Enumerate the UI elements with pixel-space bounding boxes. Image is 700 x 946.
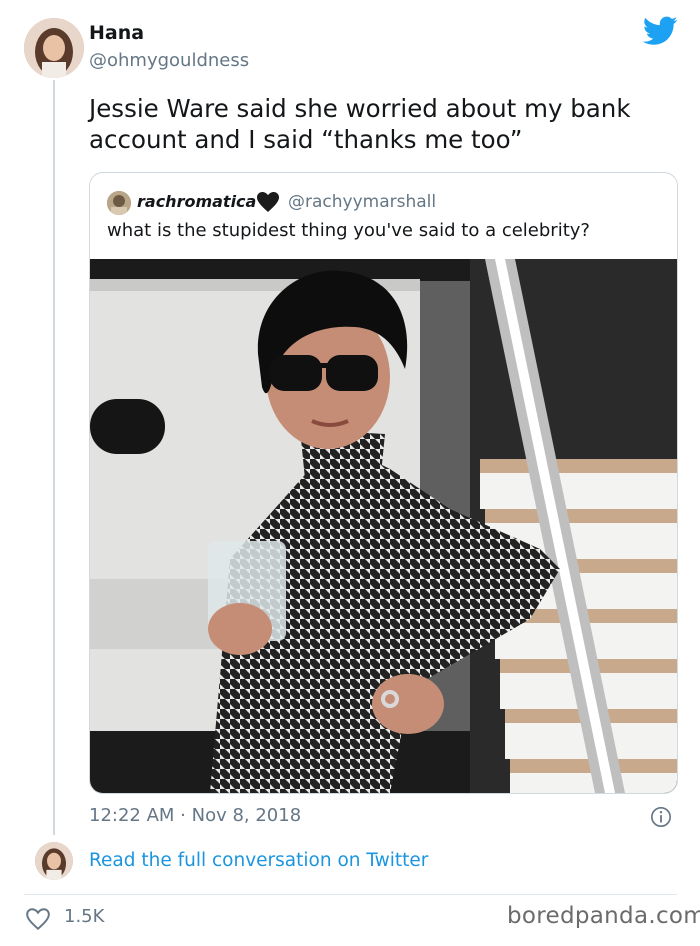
quoted-photo[interactable] xyxy=(90,259,677,793)
quote-author-handle[interactable]: @rachyymarshall xyxy=(288,192,436,212)
author-display-name[interactable]: Hana xyxy=(89,22,144,44)
author-avatar-small[interactable] xyxy=(35,842,73,880)
black-heart-icon xyxy=(257,192,279,212)
author-avatar[interactable] xyxy=(24,18,84,78)
like-count: 1.5K xyxy=(64,906,105,927)
watermark: boredpanda.com xyxy=(507,903,700,929)
quote-author-avatar[interactable] xyxy=(107,191,131,215)
quote-author-name[interactable]: rachromatica xyxy=(137,192,256,211)
heart-outline-icon[interactable] xyxy=(25,907,51,931)
quote-text: what is the stupidest thing you've said … xyxy=(107,220,590,241)
quoted-tweet-card[interactable]: rachromatica @rachyymarshall what is the… xyxy=(89,172,678,794)
info-icon[interactable] xyxy=(650,806,672,828)
read-conversation-link[interactable]: Read the full conversation on Twitter xyxy=(89,850,428,871)
tweet-timestamp[interactable]: 12:22 AM · Nov 8, 2018 xyxy=(89,805,301,826)
author-handle[interactable]: @ohmygouldness xyxy=(89,50,249,71)
divider xyxy=(24,894,677,895)
twitter-bird-icon[interactable] xyxy=(643,16,678,46)
tweet-text: Jessie Ware said she worried about my ba… xyxy=(89,94,631,154)
thread-line xyxy=(53,80,55,835)
